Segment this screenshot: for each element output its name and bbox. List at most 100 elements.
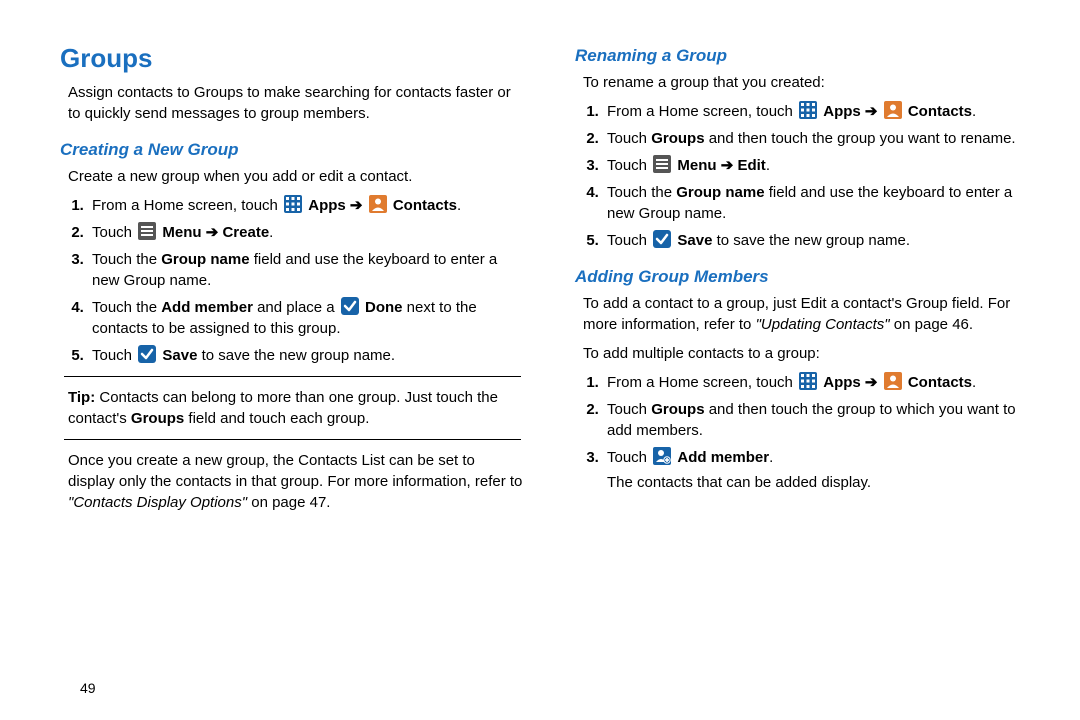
body-text: on page 47. [247, 494, 330, 511]
apps-icon [799, 372, 817, 390]
contacts-icon [884, 372, 902, 390]
list-item: Touch Save to save the new group name. [88, 345, 525, 366]
step-note: The contacts that can be added display. [607, 472, 1040, 493]
list-item: Touch Add member. The contacts that can … [603, 447, 1040, 493]
tip-label: Tip: [68, 389, 95, 406]
save-check-icon [653, 230, 671, 248]
contacts-icon [884, 101, 902, 119]
menu-label: Menu [677, 157, 716, 174]
arrow-icon [865, 103, 878, 120]
creating-intro: Create a new group when you add or edit … [68, 166, 525, 187]
done-label: Done [365, 299, 403, 316]
step-text: Touch [607, 401, 651, 418]
groups-field-label: Groups [131, 410, 184, 427]
apps-label: Apps [308, 197, 346, 214]
list-item: Touch Menu Edit. [603, 155, 1040, 176]
step-text: . [269, 224, 273, 241]
body-text: Once you create a new group, the Contact… [68, 452, 522, 490]
apps-icon [799, 101, 817, 119]
menu-label: Menu [162, 224, 201, 241]
step-text: . [972, 103, 976, 120]
step-text: Touch [92, 224, 136, 241]
list-item: Touch the Group name field and use the k… [603, 182, 1040, 224]
step-text: From a Home screen, touch [607, 103, 797, 120]
list-item: Touch the Add member and place a Done ne… [88, 297, 525, 339]
divider [64, 439, 521, 440]
edit-label: Edit [737, 157, 765, 174]
step-text: . [766, 157, 770, 174]
after-tip-paragraph: Once you create a new group, the Contact… [68, 450, 525, 513]
manual-page: Groups Assign contacts to Groups to make… [0, 0, 1080, 541]
body-text: on page 46. [890, 316, 973, 333]
adding-steps: From a Home screen, touch Apps Contacts.… [603, 372, 1040, 493]
save-label: Save [162, 347, 197, 364]
right-column: Renaming a Group To rename a group that … [575, 40, 1040, 521]
step-text: Touch the [92, 299, 161, 316]
list-item: From a Home screen, touch Apps Contacts. [603, 372, 1040, 393]
heading-groups: Groups [60, 40, 525, 76]
save-label: Save [677, 232, 712, 249]
step-text: Touch [607, 130, 651, 147]
add-member-label: Add member [677, 449, 769, 466]
step-text: . [769, 449, 773, 466]
step-text: and place a [253, 299, 339, 316]
menu-icon [138, 222, 156, 240]
heading-adding-members: Adding Group Members [575, 265, 1040, 289]
add-member-icon [653, 447, 671, 465]
divider [64, 376, 521, 377]
step-text: Touch [92, 347, 136, 364]
step-text: . [972, 374, 976, 391]
apps-label: Apps [823, 103, 861, 120]
step-text: to save the new group name. [712, 232, 910, 249]
step-text: Touch [607, 232, 651, 249]
groups-label: Groups [651, 401, 704, 418]
renaming-steps: From a Home screen, touch Apps Contacts.… [603, 101, 1040, 251]
contacts-icon [369, 195, 387, 213]
cross-reference: "Updating Contacts" [756, 316, 890, 333]
tip-block: Tip: Contacts can belong to more than on… [68, 387, 517, 429]
step-text: Touch [607, 449, 651, 466]
groups-intro: Assign contacts to Groups to make search… [68, 82, 525, 124]
list-item: From a Home screen, touch Apps Contacts. [603, 101, 1040, 122]
tip-text: field and touch each group. [184, 410, 369, 427]
page-number: 49 [80, 680, 96, 696]
groups-label: Groups [651, 130, 704, 147]
apps-icon [284, 195, 302, 213]
step-text: From a Home screen, touch [92, 197, 282, 214]
contacts-label: Contacts [908, 374, 972, 391]
adding-intro-2: To add multiple contacts to a group: [583, 343, 1040, 364]
creating-steps: From a Home screen, touch Apps Contacts.… [88, 195, 525, 366]
arrow-icon [865, 374, 878, 391]
adding-intro-1: To add a contact to a group, just Edit a… [583, 293, 1040, 335]
list-item: Touch Groups and then touch the group to… [603, 399, 1040, 441]
save-check-icon [138, 345, 156, 363]
step-text: . [457, 197, 461, 214]
cross-reference: "Contacts Display Options" [68, 494, 247, 511]
list-item: Touch Menu Create. [88, 222, 525, 243]
list-item: Touch Groups and then touch the group yo… [603, 128, 1040, 149]
arrow-icon [721, 157, 734, 174]
step-text: Touch the [607, 184, 676, 201]
renaming-intro: To rename a group that you created: [583, 72, 1040, 93]
step-text: Touch the [92, 251, 161, 268]
step-text: to save the new group name. [197, 347, 395, 364]
create-label: Create [222, 224, 269, 241]
step-text: and then touch the group you want to ren… [705, 130, 1016, 147]
arrow-icon [206, 224, 219, 241]
contacts-label: Contacts [908, 103, 972, 120]
heading-renaming-group: Renaming a Group [575, 44, 1040, 68]
step-text: From a Home screen, touch [607, 374, 797, 391]
apps-label: Apps [823, 374, 861, 391]
contacts-label: Contacts [393, 197, 457, 214]
done-check-icon [341, 297, 359, 315]
menu-icon [653, 155, 671, 173]
left-column: Groups Assign contacts to Groups to make… [60, 40, 525, 521]
group-name-label: Group name [161, 251, 249, 268]
list-item: From a Home screen, touch Apps Contacts. [88, 195, 525, 216]
arrow-icon [350, 197, 363, 214]
step-text: Touch [607, 157, 651, 174]
group-name-label: Group name [676, 184, 764, 201]
list-item: Touch Save to save the new group name. [603, 230, 1040, 251]
add-member-label: Add member [161, 299, 253, 316]
list-item: Touch the Group name field and use the k… [88, 249, 525, 291]
